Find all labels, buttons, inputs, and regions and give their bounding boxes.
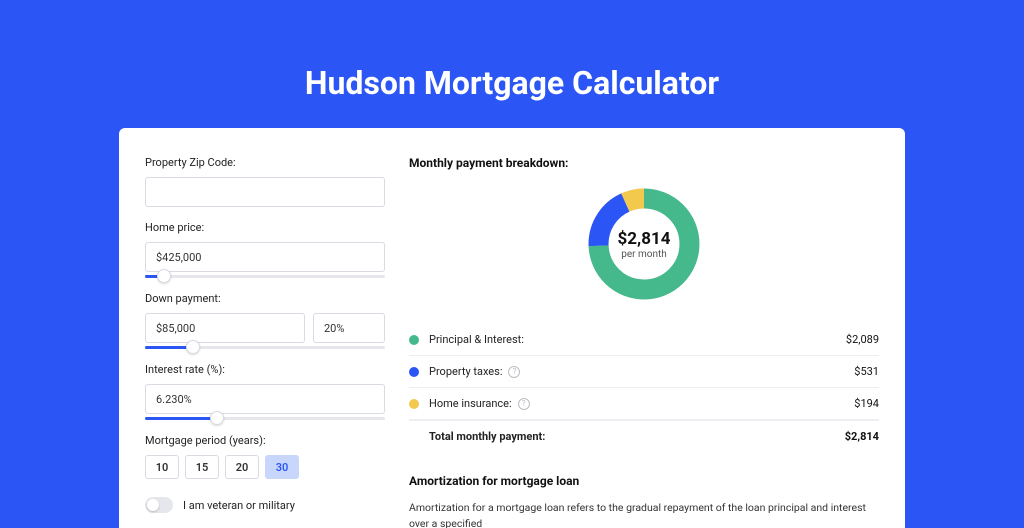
- amortization-section: Amortization for mortgage loan Amortizat…: [409, 474, 879, 528]
- rate-label: Interest rate (%):: [145, 363, 385, 376]
- period-pill-30[interactable]: 30: [265, 455, 299, 479]
- period-pill-10[interactable]: 10: [145, 455, 179, 479]
- price-group: Home price:: [145, 221, 385, 278]
- rate-group: Interest rate (%):: [145, 363, 385, 420]
- period-pills: 10152030: [145, 455, 385, 479]
- breakdown-row-tax: Property taxes:? $531: [409, 355, 879, 387]
- dp-slider-thumb[interactable]: [186, 340, 200, 354]
- rate-slider-fill: [145, 417, 217, 420]
- breakdown-row-ins: Home insurance:? $194: [409, 387, 879, 419]
- row-label: Property taxes:: [429, 365, 502, 378]
- donut-sub: per month: [621, 249, 667, 260]
- rate-slider[interactable]: [145, 417, 385, 420]
- donut-center: $2,814 per month: [584, 184, 704, 304]
- price-slider-thumb[interactable]: [157, 269, 171, 283]
- veteran-toggle-knob: [147, 499, 159, 511]
- price-label: Home price:: [145, 221, 385, 234]
- info-icon[interactable]: ?: [508, 366, 520, 378]
- inputs-column: Property Zip Code: Home price: Down paym…: [145, 156, 385, 528]
- price-input[interactable]: [145, 242, 385, 272]
- total-row: Total monthly payment: $2,814: [409, 420, 879, 452]
- dp-group: Down payment:: [145, 292, 385, 349]
- info-icon[interactable]: ?: [518, 398, 530, 410]
- rate-slider-thumb[interactable]: [210, 411, 224, 425]
- donut-value: $2,814: [618, 229, 671, 249]
- breakdown-column: Monthly payment breakdown: $2,814 per mo…: [409, 156, 879, 528]
- total-value: $2,814: [845, 430, 879, 443]
- dot-tax: [409, 367, 419, 377]
- dp-slider[interactable]: [145, 346, 385, 349]
- amortization-body: Amortization for a mortgage loan refers …: [409, 500, 879, 528]
- zip-input[interactable]: [145, 177, 385, 207]
- veteran-row: I am veteran or military: [145, 497, 385, 513]
- row-value: $531: [854, 365, 879, 378]
- zip-label: Property Zip Code:: [145, 156, 385, 169]
- row-value: $2,089: [846, 333, 879, 346]
- period-label: Mortgage period (years):: [145, 434, 385, 447]
- row-label: Home insurance:: [429, 397, 512, 410]
- breakdown-rows: Principal & Interest: $2,089 Property taxe…: [409, 324, 879, 420]
- total-label: Total monthly payment:: [429, 430, 545, 443]
- row-label: Principal & Interest:: [429, 333, 524, 346]
- dot-ins: [409, 399, 419, 409]
- period-pill-15[interactable]: 15: [185, 455, 219, 479]
- veteran-toggle[interactable]: [145, 497, 173, 513]
- dp-amount-input[interactable]: [145, 313, 305, 343]
- period-pill-20[interactable]: 20: [225, 455, 259, 479]
- zip-group: Property Zip Code:: [145, 156, 385, 207]
- price-slider[interactable]: [145, 275, 385, 278]
- page-title: Hudson Mortgage Calculator: [0, 0, 1024, 128]
- dp-label: Down payment:: [145, 292, 385, 305]
- amortization-heading: Amortization for mortgage loan: [409, 474, 879, 488]
- calculator-panel: Property Zip Code: Home price: Down paym…: [119, 128, 905, 528]
- breakdown-heading: Monthly payment breakdown:: [409, 156, 879, 170]
- dot-pi: [409, 335, 419, 345]
- period-group: Mortgage period (years): 10152030: [145, 434, 385, 479]
- row-value: $194: [854, 397, 879, 410]
- donut-chart: $2,814 per month: [584, 184, 704, 304]
- dp-percent-input[interactable]: [313, 313, 385, 343]
- donut-wrap: $2,814 per month: [409, 184, 879, 304]
- breakdown-row-pi: Principal & Interest: $2,089: [409, 324, 879, 355]
- rate-input[interactable]: [145, 384, 385, 414]
- veteran-label: I am veteran or military: [183, 499, 295, 512]
